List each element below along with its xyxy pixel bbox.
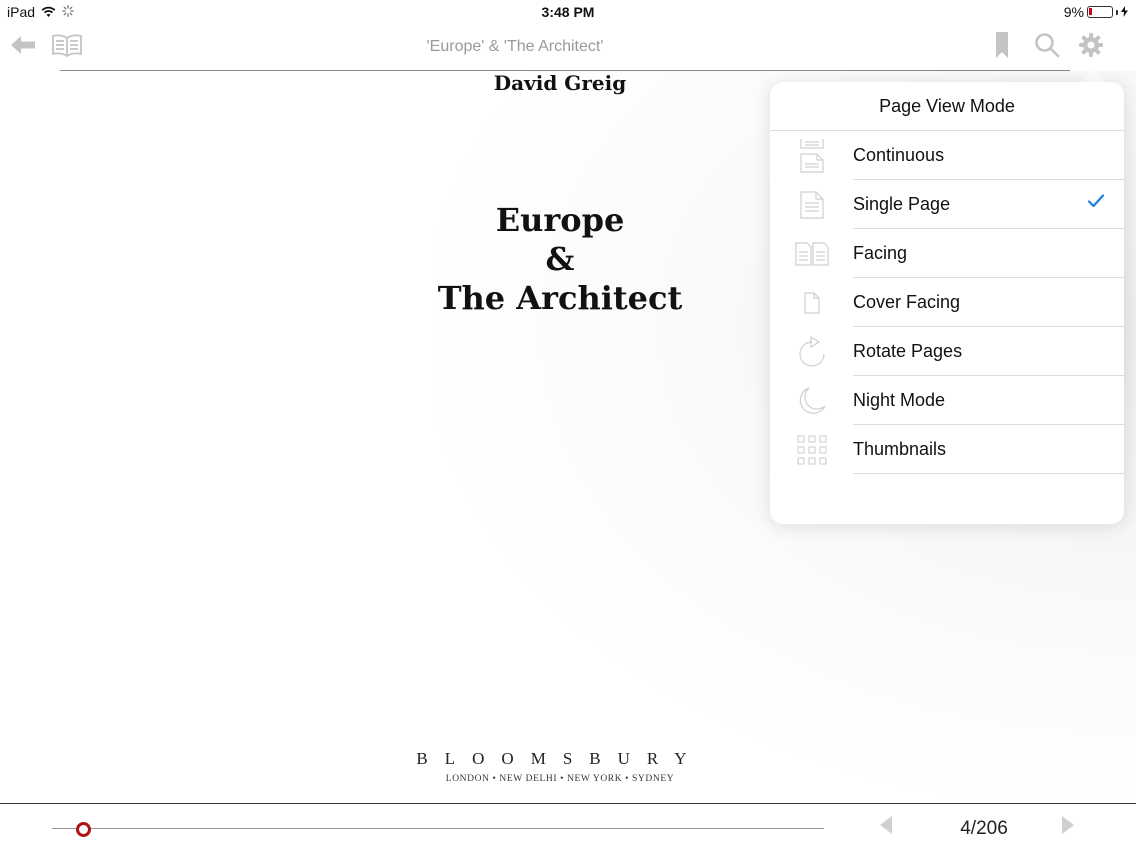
menu-item-label: Night Mode [853, 390, 946, 410]
page-slider-track[interactable] [52, 828, 824, 829]
continuous-pages-icon [792, 139, 832, 173]
publisher-cities: LONDON • NEW DELHI • NEW YORK • SYDNEY [445, 774, 675, 784]
menu-item-label: Single Page [853, 194, 951, 214]
moon-icon [792, 384, 832, 418]
menu-item-night-mode[interactable]: Night Mode [770, 376, 1124, 425]
bookmark-icon[interactable] [992, 30, 1012, 60]
battery-icon [1087, 6, 1113, 18]
page-view-mode-popover: Page View Mode Continuous Single Page Fa… [770, 82, 1124, 524]
single-page-icon [792, 188, 832, 222]
cover-page-icon [792, 286, 832, 320]
previous-page-icon[interactable] [880, 816, 892, 834]
page-slider-thumb[interactable] [76, 822, 92, 837]
menu-item-single-page[interactable]: Single Page [770, 180, 1124, 229]
menu-item-facing[interactable]: Facing [770, 229, 1124, 278]
status-right: 9% [1064, 4, 1128, 20]
facing-pages-icon [792, 237, 832, 271]
menu-item-label: Cover Facing [853, 292, 961, 312]
reader-toolbar: 'Europe' & 'The Architect' [0, 24, 1136, 70]
search-icon[interactable] [1032, 30, 1062, 60]
menu-item-rotate-pages[interactable]: Rotate Pages [770, 327, 1124, 376]
menu-item-label: Facing [853, 243, 908, 263]
gear-icon[interactable] [1077, 30, 1105, 60]
menu-item-label: Continuous [853, 145, 945, 165]
menu-item-thumbnails[interactable]: Thumbnails [770, 425, 1124, 474]
status-time: 3:48 PM [541, 4, 595, 20]
menu-item-label: Thumbnails [853, 439, 947, 459]
page-indicator: 4/206 [960, 818, 1008, 839]
grid-icon [792, 433, 832, 467]
menu-item-cover-facing[interactable]: Cover Facing [770, 278, 1124, 327]
menu-separator [853, 473, 1124, 474]
battery-percent: 9% [1063, 4, 1084, 20]
menu-item-continuous[interactable]: Continuous [770, 131, 1124, 180]
popover-title: Page View Mode [879, 96, 1015, 116]
status-bar: iPad 3:48 PM 9% [0, 0, 1136, 24]
document-title: 'Europe' & 'The Architect' [426, 38, 604, 55]
charging-icon [1121, 4, 1128, 20]
publisher-name: BLOOMSBURY [416, 749, 704, 768]
checkmark-icon [1087, 194, 1105, 213]
page-navigation-bar: 4/206 [0, 803, 1136, 852]
rotate-icon [792, 335, 832, 369]
next-page-icon[interactable] [1062, 816, 1074, 834]
menu-item-label: Rotate Pages [853, 341, 963, 361]
